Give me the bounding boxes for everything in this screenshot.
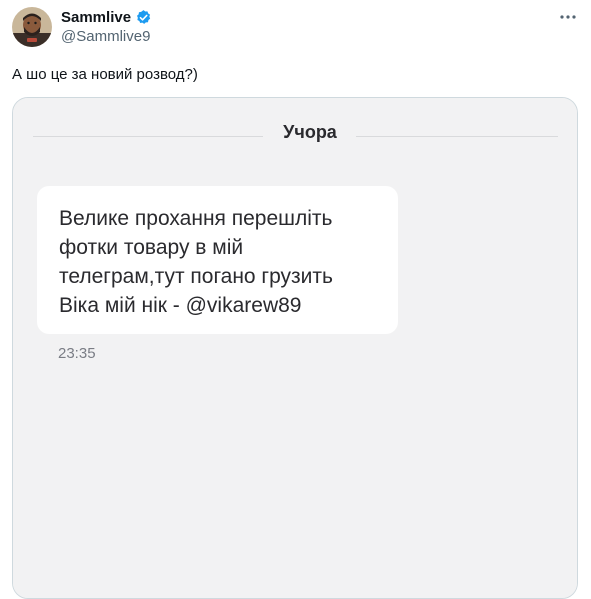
message-line: Віка мій нік - @vikarew89 <box>59 294 302 317</box>
avatar-image <box>12 7 52 47</box>
avatar[interactable] <box>12 7 52 47</box>
message-screenshot: Учора Велике прохання перешліть фотки то… <box>13 98 577 598</box>
message-timestamp: 23:35 <box>58 345 96 362</box>
date-divider-left <box>33 136 263 137</box>
message-bubble: Велике прохання перешліть фотки товару в… <box>37 186 398 334</box>
message-line: Велике прохання перешліть <box>59 207 333 230</box>
more-options-icon[interactable] <box>559 8 577 26</box>
message-line: телеграм,тут погано грузить <box>59 265 333 288</box>
tweet-text: А шо це за новий розвод?) <box>12 66 198 83</box>
author-name-row: Sammlive <box>61 7 152 27</box>
tweet: Sammlive @Sammlive9 А шо це за новий роз… <box>0 0 591 599</box>
message-line: фотки товару в мій <box>59 236 244 259</box>
date-divider-right <box>356 136 558 137</box>
conversation-date-label: Учора <box>283 122 337 142</box>
display-name[interactable]: Sammlive <box>61 9 131 26</box>
verified-badge-icon <box>135 9 152 26</box>
tweet-media[interactable]: Учора Велике прохання перешліть фотки то… <box>12 97 578 599</box>
user-handle[interactable]: @Sammlive9 <box>61 28 150 45</box>
